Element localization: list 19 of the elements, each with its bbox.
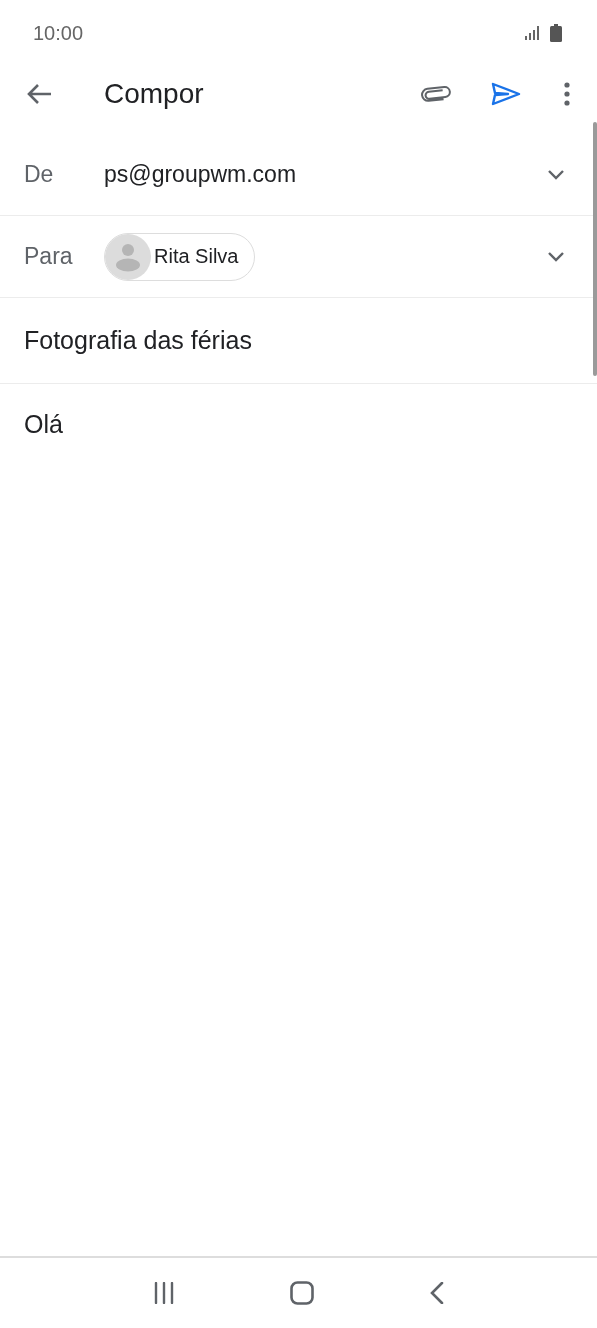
screen-title: Compor (104, 78, 205, 110)
avatar-icon (105, 233, 151, 280)
subject-field[interactable]: Fotografia das férias (24, 326, 252, 355)
to-label: Para (24, 243, 74, 270)
back-arrow-icon[interactable] (26, 83, 52, 105)
message-body-field[interactable]: Olá (24, 410, 63, 438)
chevron-down-icon[interactable] (547, 251, 565, 262)
paperclip-icon[interactable] (421, 86, 451, 102)
back-icon[interactable] (430, 1282, 445, 1304)
from-label: De (24, 161, 55, 188)
signal-icon (524, 26, 540, 40)
battery-icon (550, 24, 562, 42)
recent-apps-icon[interactable] (152, 1282, 175, 1304)
status-time: 10:00 (33, 21, 84, 45)
home-icon[interactable] (290, 1281, 315, 1305)
more-options-icon[interactable] (563, 82, 571, 106)
chevron-down-icon[interactable] (547, 169, 565, 180)
send-icon[interactable] (491, 82, 521, 106)
from-address[interactable]: ps@groupwm.com (104, 161, 547, 188)
